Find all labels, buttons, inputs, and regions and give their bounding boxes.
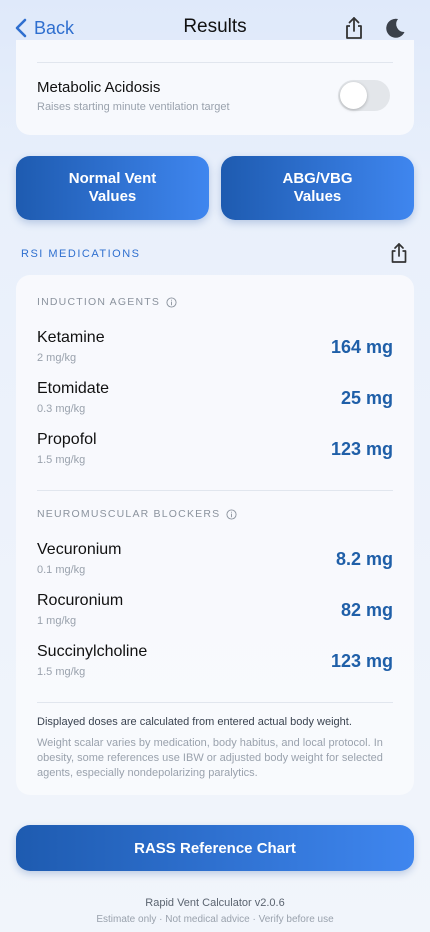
normal-vent-values-button[interactable]: Normal Vent Values: [16, 156, 209, 220]
med-dose-etomidate: 0.3 mg/kg: [37, 403, 86, 415]
abg-vbg-values-button[interactable]: ABG/VBG Values: [221, 156, 414, 220]
med-name-propofol: Propofol: [37, 431, 97, 448]
induction-agents-label: INDUCTION AGENTS: [37, 296, 161, 308]
divider: [37, 702, 393, 703]
med-dose-rocuronium: 1 mg/kg: [37, 615, 77, 627]
metabolic-acidosis-description: Raises starting minute ventilation targe…: [37, 101, 230, 113]
info-icon[interactable]: [226, 508, 237, 520]
share-rsi-button[interactable]: [387, 241, 411, 265]
med-name-etomidate: Etomidate: [37, 380, 110, 397]
theme-toggle-button[interactable]: [382, 15, 408, 41]
divider: [37, 490, 393, 491]
neuromuscular-blockers-label: NEUROMUSCULAR BLOCKERS: [37, 508, 221, 520]
moon-icon: [386, 18, 405, 38]
rass-reference-chart-button[interactable]: RASS Reference Chart: [16, 825, 414, 871]
rass-reference-chart-label: RASS Reference Chart: [134, 839, 296, 857]
options-card: Metabolic Acidosis Raises starting minut…: [16, 40, 414, 135]
rsi-medications-card: INDUCTION AGENTS Ketamine 2 mg/kg 164 mg…: [16, 275, 414, 795]
med-value-ketamine: 164 mg: [330, 337, 393, 357]
weight-scalar-note: Weight scalar varies by medication, body…: [37, 737, 383, 779]
med-value-propofol: 123 mg: [330, 439, 393, 459]
med-name-ketamine: Ketamine: [37, 329, 105, 346]
med-value-vecuronium: 8.2 mg: [335, 549, 393, 569]
med-value-etomidate: 25 mg: [340, 388, 393, 408]
normal-vent-values-label: Normal Vent Values: [68, 170, 157, 205]
med-dose-succinylcholine: 1.5 mg/kg: [37, 666, 86, 678]
med-value-rocuronium: 82 mg: [340, 600, 393, 620]
induction-agents-header: INDUCTION AGENTS: [37, 296, 177, 308]
share-button[interactable]: [341, 15, 367, 41]
info-icon[interactable]: [166, 296, 177, 308]
med-dose-vecuronium: 0.1 mg/kg: [37, 564, 86, 576]
med-name-vecuronium: Vecuronium: [37, 541, 122, 558]
med-name-succinylcholine: Succinylcholine: [37, 643, 148, 660]
toggle-knob: [340, 82, 367, 109]
disclaimer: Estimate only · Not medical advice · Ver…: [96, 914, 334, 925]
rsi-section-label: RSI MEDICATIONS: [21, 248, 141, 260]
med-dose-propofol: 1.5 mg/kg: [37, 454, 86, 466]
neuromuscular-blockers-header: NEUROMUSCULAR BLOCKERS: [37, 508, 237, 520]
med-value-succinylcholine: 123 mg: [330, 651, 393, 671]
abg-vbg-values-label: ABG/VBG Values: [282, 170, 353, 205]
metabolic-acidosis-label: Metabolic Acidosis: [37, 79, 161, 96]
share-icon: [391, 243, 407, 263]
dosing-note: Displayed doses are calculated from ente…: [37, 716, 352, 728]
share-icon: [346, 17, 362, 39]
med-name-rocuronium: Rocuronium: [37, 592, 124, 609]
med-dose-ketamine: 2 mg/kg: [37, 352, 77, 364]
divider: [37, 62, 393, 63]
app-version: Rapid Vent Calculator v2.0.6: [145, 897, 285, 909]
metabolic-acidosis-toggle[interactable]: [338, 80, 390, 111]
